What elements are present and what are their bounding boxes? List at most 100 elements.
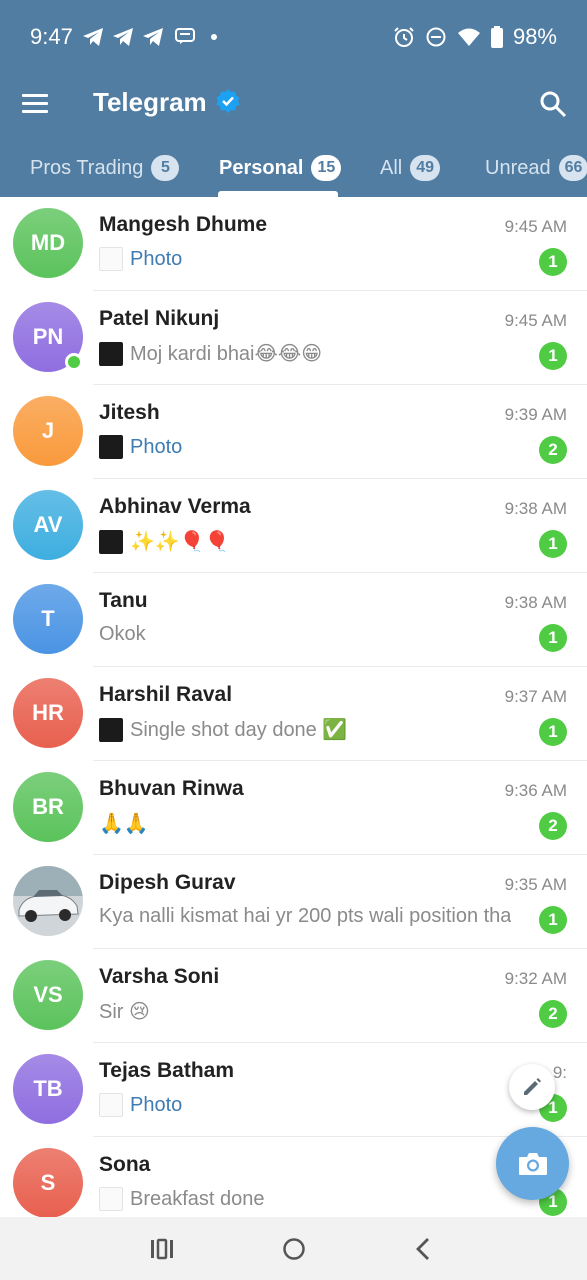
chat-name: Dipesh Gurav bbox=[99, 871, 236, 894]
tab-personal[interactable]: Personal 15 bbox=[219, 154, 342, 194]
chat-row-tejas-batham[interactable]: TB Tejas Batham 9: Photo 1 bbox=[0, 1043, 587, 1137]
home-icon[interactable] bbox=[280, 1235, 308, 1263]
avatar: AV bbox=[13, 490, 83, 560]
chat-time: 9:39 AM bbox=[504, 405, 567, 424]
avatar: T bbox=[13, 584, 83, 654]
status-icons: 98% bbox=[393, 24, 557, 50]
menu-button[interactable] bbox=[22, 92, 48, 114]
avatar: BR bbox=[13, 772, 83, 842]
chat-preview: 🙏🙏 bbox=[99, 811, 519, 836]
media-thumbnail bbox=[99, 1093, 123, 1117]
chat-name: Tanu bbox=[99, 589, 148, 612]
camera-story-button[interactable] bbox=[496, 1127, 569, 1200]
hamburger-icon bbox=[22, 94, 48, 97]
chat-preview: Kya nalli kismat hai yr 200 pts wali pos… bbox=[99, 905, 519, 928]
tab-all[interactable]: All 49 bbox=[380, 154, 441, 194]
chat-time: 9:35 AM bbox=[504, 875, 567, 894]
chat-preview: Sir 😢 bbox=[99, 999, 519, 1024]
system-navigation-bar bbox=[0, 1217, 587, 1280]
back-icon[interactable] bbox=[410, 1235, 438, 1263]
chat-row-harshil-raval[interactable]: HR Harshil Raval 9:37 AM Single shot day… bbox=[0, 667, 587, 761]
chat-time: 9:45 AM bbox=[504, 311, 567, 330]
chat-preview: Okok bbox=[99, 623, 519, 646]
unread-badge: 2 bbox=[539, 436, 567, 464]
chat-preview: Photo bbox=[99, 435, 519, 459]
unread-badge: 1 bbox=[539, 342, 567, 370]
chat-row-varsha-soni[interactable]: VS Varsha Soni 9:32 AM Sir 😢 2 bbox=[0, 949, 587, 1043]
wifi-icon bbox=[457, 28, 480, 46]
avatar: HR bbox=[13, 678, 83, 748]
notification-dot bbox=[211, 34, 217, 40]
media-thumbnail bbox=[99, 1187, 123, 1211]
preview-text: Moj kardi bhai😂😂😁 bbox=[130, 343, 323, 365]
tab-label: Pros Trading bbox=[30, 157, 144, 179]
unread-badge: 2 bbox=[539, 812, 567, 840]
chat-name: Varsha Soni bbox=[99, 965, 220, 988]
chat-row-tanu[interactable]: T Tanu 9:38 AM Okok 1 bbox=[0, 573, 587, 667]
unread-badge: 1 bbox=[539, 248, 567, 276]
preview-text: ✨✨🎈🎈 bbox=[130, 531, 230, 553]
chat-time: 9:38 AM bbox=[504, 499, 567, 518]
preview-text: 🙏🙏 bbox=[99, 813, 149, 835]
chat-time: 9:38 AM bbox=[504, 593, 567, 612]
preview-text: Breakfast done bbox=[130, 1187, 265, 1210]
media-thumbnail bbox=[99, 529, 123, 554]
chat-list[interactable]: MD Mangesh Dhume 9:45 AM Photo 1 PN Pate… bbox=[0, 197, 587, 1217]
chat-name: Patel Nikunj bbox=[99, 307, 220, 330]
alarm-icon bbox=[394, 27, 414, 47]
chat-row-patel-nikunj[interactable]: PN Patel Nikunj 9:45 AM Moj kardi bhai😂😂… bbox=[0, 291, 587, 385]
recent-apps-icon[interactable] bbox=[148, 1235, 176, 1263]
pencil-icon bbox=[524, 1078, 541, 1095]
media-thumbnail bbox=[99, 341, 123, 366]
chat-name: Mangesh Dhume bbox=[99, 213, 268, 236]
preview-text: Single shot day done ✅ bbox=[130, 719, 348, 741]
chat-preview: ✨✨🎈🎈 bbox=[99, 529, 519, 554]
media-thumbnail bbox=[99, 435, 123, 459]
avatar-initials: T bbox=[41, 606, 55, 631]
preview-text: Photo bbox=[130, 1093, 183, 1116]
chat-preview: Moj kardi bhai😂😂😁 bbox=[99, 341, 519, 366]
avatar-initials: BR bbox=[32, 794, 64, 819]
chat-row-abhinav-verma[interactable]: AV Abhinav Verma 9:38 AM ✨✨🎈🎈 1 bbox=[0, 479, 587, 573]
avatar: TB bbox=[13, 1054, 83, 1124]
preview-text: Okok bbox=[99, 623, 146, 645]
chat-row-jitesh[interactable]: J Jitesh 9:39 AM Photo 2 bbox=[0, 385, 587, 479]
tab-pros-trading[interactable]: Pros Trading 5 bbox=[30, 154, 180, 194]
tab-count-badge: 49 bbox=[410, 155, 441, 181]
unread-badge: 1 bbox=[539, 718, 567, 746]
media-thumbnail bbox=[99, 717, 123, 742]
avatar-initials: MD bbox=[30, 230, 66, 255]
chat-time: 9: bbox=[552, 1063, 567, 1082]
status-time: 9:47 bbox=[30, 24, 73, 49]
tab-label: Personal bbox=[219, 157, 304, 179]
chat-row-bhuvan-rinwa[interactable]: BR Bhuvan Rinwa 9:36 AM 🙏🙏 2 bbox=[0, 761, 587, 855]
new-message-button[interactable] bbox=[509, 1064, 555, 1110]
tab-count-badge: 15 bbox=[311, 155, 342, 181]
tab-count-badge: 5 bbox=[151, 155, 180, 181]
photo-avatar bbox=[13, 866, 83, 936]
message-icon bbox=[175, 28, 195, 44]
chat-preview: Photo bbox=[99, 247, 519, 271]
chat-time: 9:36 AM bbox=[504, 781, 567, 800]
preview-text: Kya nalli kismat hai yr 200 pts wali pos… bbox=[99, 905, 512, 927]
online-indicator bbox=[65, 353, 83, 371]
search-icon[interactable] bbox=[539, 90, 567, 118]
chat-name: Jitesh bbox=[99, 401, 160, 424]
chat-preview: Breakfast done bbox=[99, 1187, 519, 1211]
avatar: MD bbox=[13, 208, 83, 278]
chat-name: Abhinav Verma bbox=[99, 495, 251, 518]
avatar: J bbox=[13, 396, 83, 466]
telegram-icon bbox=[83, 28, 103, 46]
tab-count-badge: 66 bbox=[558, 155, 587, 181]
chat-row-dipesh-gurav[interactable]: Dipesh Gurav 9:35 AM Kya nalli kismat ha… bbox=[0, 855, 587, 949]
battery-level: 98% bbox=[512, 24, 557, 49]
app-header: 9:47 98% Telegram Pros Trading 5 Persona… bbox=[0, 0, 587, 197]
unread-badge: 1 bbox=[539, 624, 567, 652]
tab-label: Unread bbox=[485, 157, 551, 179]
avatar-initials: VS bbox=[33, 982, 63, 1007]
tab-unread[interactable]: Unread 66 bbox=[485, 154, 587, 194]
verified-badge-icon bbox=[216, 89, 240, 113]
chat-row-mangesh-dhume[interactable]: MD Mangesh Dhume 9:45 AM Photo 1 bbox=[0, 197, 587, 291]
tab-label: All bbox=[380, 157, 403, 179]
chat-name: Sona bbox=[99, 1153, 151, 1176]
